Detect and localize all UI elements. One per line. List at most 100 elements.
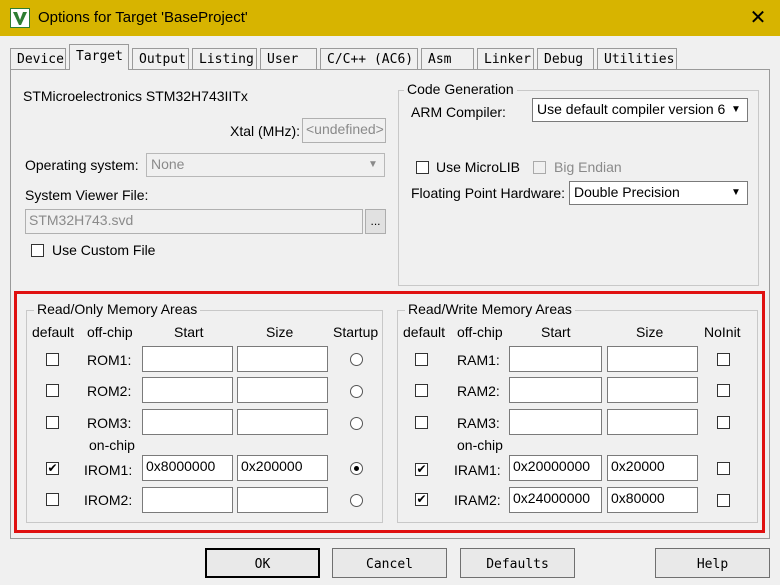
ram-header-size: Size	[636, 324, 664, 340]
iram1-default-checkbox[interactable]: ✔	[415, 463, 428, 476]
ok-button[interactable]: OK	[205, 548, 320, 578]
ram3-start-input[interactable]	[509, 409, 602, 435]
rom1-size-input[interactable]	[237, 346, 328, 372]
irom2-size-input[interactable]	[237, 487, 328, 513]
xtal-input[interactable]: <undefined>	[302, 118, 386, 143]
ram2-noinit-checkbox[interactable]	[717, 384, 730, 397]
ram1-size-input[interactable]	[607, 346, 698, 372]
arm-compiler-value: Use default compiler version 6	[537, 101, 726, 117]
tab-linker[interactable]: Linker	[477, 48, 534, 69]
svd-input[interactable]: STM32H743.svd	[25, 209, 363, 234]
iram2-start-input[interactable]: 0x24000000	[509, 487, 602, 513]
ram1-start-input[interactable]	[509, 346, 602, 372]
use-custom-file-checkbox[interactable]	[31, 244, 44, 257]
rom-header-size: Size	[266, 324, 294, 340]
tab-device[interactable]: Device	[10, 48, 66, 69]
tab-asm[interactable]: Asm	[421, 48, 474, 69]
irom2-default-checkbox[interactable]	[46, 493, 59, 506]
code-generation-legend: Code Generation	[404, 81, 517, 97]
irom2-start-input[interactable]	[142, 487, 233, 513]
tab-utilities[interactable]: Utilities	[597, 48, 677, 69]
cancel-button[interactable]: Cancel	[332, 548, 447, 578]
ram-header-noinit: NoInit	[704, 324, 741, 340]
irom2-startup-radio[interactable]	[350, 494, 363, 507]
use-microlib-label: Use MicroLIB	[436, 159, 521, 175]
svd-label: System Viewer File:	[25, 187, 149, 203]
iram1-size-input[interactable]: 0x20000	[607, 455, 698, 481]
help-button[interactable]: Help	[655, 548, 770, 578]
iram2-noinit-checkbox[interactable]	[717, 494, 730, 507]
ram-header-default: default	[403, 324, 446, 340]
tab-user[interactable]: User	[260, 48, 317, 69]
os-select[interactable]: None ▼	[146, 153, 385, 177]
irom1-default-checkbox[interactable]: ✔	[46, 462, 59, 475]
chevron-down-icon: ▼	[368, 159, 378, 170]
tab-listing[interactable]: Listing	[192, 48, 257, 69]
rom2-label: ROM2:	[87, 383, 132, 399]
rom1-startup-radio[interactable]	[350, 353, 363, 366]
ram-areas-legend: Read/Write Memory Areas	[405, 301, 575, 317]
rom3-size-input[interactable]	[237, 409, 328, 435]
rom1-default-checkbox[interactable]	[46, 353, 59, 366]
use-microlib-checkbox[interactable]	[416, 161, 429, 174]
ram3-size-input[interactable]	[607, 409, 698, 435]
iram2-size-input[interactable]: 0x80000	[607, 487, 698, 513]
rom2-default-checkbox[interactable]	[46, 384, 59, 397]
tab-debug[interactable]: Debug	[537, 48, 594, 69]
rom3-start-input[interactable]	[142, 409, 233, 435]
ram-onchip-label: on-chip	[457, 437, 503, 453]
ram3-default-checkbox[interactable]	[415, 416, 428, 429]
tab-cpp[interactable]: C/C++ (AC6)	[320, 48, 418, 69]
rom3-startup-radio[interactable]	[350, 417, 363, 430]
irom1-start-input[interactable]: 0x8000000	[142, 455, 233, 481]
arm-compiler-select[interactable]: Use default compiler version 6 ▼	[532, 98, 748, 122]
xtal-label: Xtal (MHz):	[230, 123, 300, 139]
rom2-size-input[interactable]	[237, 377, 328, 403]
defaults-button[interactable]: Defaults	[460, 548, 575, 578]
ram2-label: RAM2:	[457, 383, 500, 399]
iram2-label: IRAM2:	[454, 492, 501, 508]
ram1-default-checkbox[interactable]	[415, 353, 428, 366]
close-icon[interactable]: ✕	[744, 4, 772, 32]
big-endian-checkbox[interactable]	[533, 161, 546, 174]
arm-compiler-label: ARM Compiler:	[411, 104, 506, 120]
irom1-label: IROM1:	[84, 462, 133, 478]
help-button-label: Help	[696, 557, 729, 572]
rom1-label: ROM1:	[87, 352, 132, 368]
iram1-start-input[interactable]: 0x20000000	[509, 455, 602, 481]
ram-header-offchip: off-chip	[457, 324, 503, 340]
ram3-noinit-checkbox[interactable]	[717, 416, 730, 429]
tab-target[interactable]: Target	[69, 44, 129, 70]
window-title: Options for Target 'BaseProject'	[38, 9, 248, 26]
os-label: Operating system:	[25, 157, 139, 173]
os-value: None	[151, 156, 185, 172]
rom2-start-input[interactable]	[142, 377, 233, 403]
ram2-size-input[interactable]	[607, 377, 698, 403]
ram1-noinit-checkbox[interactable]	[717, 353, 730, 366]
rom-header-start: Start	[174, 324, 204, 340]
tab-output[interactable]: Output	[132, 48, 189, 69]
ram2-start-input[interactable]	[509, 377, 602, 403]
chevron-down-icon: ▼	[731, 104, 741, 115]
ram2-default-checkbox[interactable]	[415, 384, 428, 397]
ram-header-start: Start	[541, 324, 571, 340]
rom-header-default: default	[32, 324, 75, 340]
fph-select[interactable]: Double Precision ▼	[569, 181, 748, 205]
rom3-default-checkbox[interactable]	[46, 416, 59, 429]
svd-browse-button[interactable]: ...	[365, 209, 386, 234]
iram2-default-checkbox[interactable]: ✔	[415, 493, 428, 506]
rom2-startup-radio[interactable]	[350, 385, 363, 398]
iram1-label: IRAM1:	[454, 462, 501, 478]
rom3-label: ROM3:	[87, 415, 132, 431]
irom2-label: IROM2:	[84, 492, 133, 508]
iram1-noinit-checkbox[interactable]	[717, 462, 730, 475]
rom1-start-input[interactable]	[142, 346, 233, 372]
irom1-size-input[interactable]: 0x200000	[237, 455, 328, 481]
device-name: STMicroelectronics STM32H743IITx	[23, 88, 248, 104]
defaults-button-label: Defaults	[486, 557, 549, 572]
fph-label: Floating Point Hardware:	[411, 185, 566, 201]
irom1-startup-radio[interactable]	[350, 462, 363, 475]
rom-header-startup: Startup	[333, 324, 379, 340]
chevron-down-icon: ▼	[731, 187, 741, 198]
ram3-label: RAM3:	[457, 415, 500, 431]
